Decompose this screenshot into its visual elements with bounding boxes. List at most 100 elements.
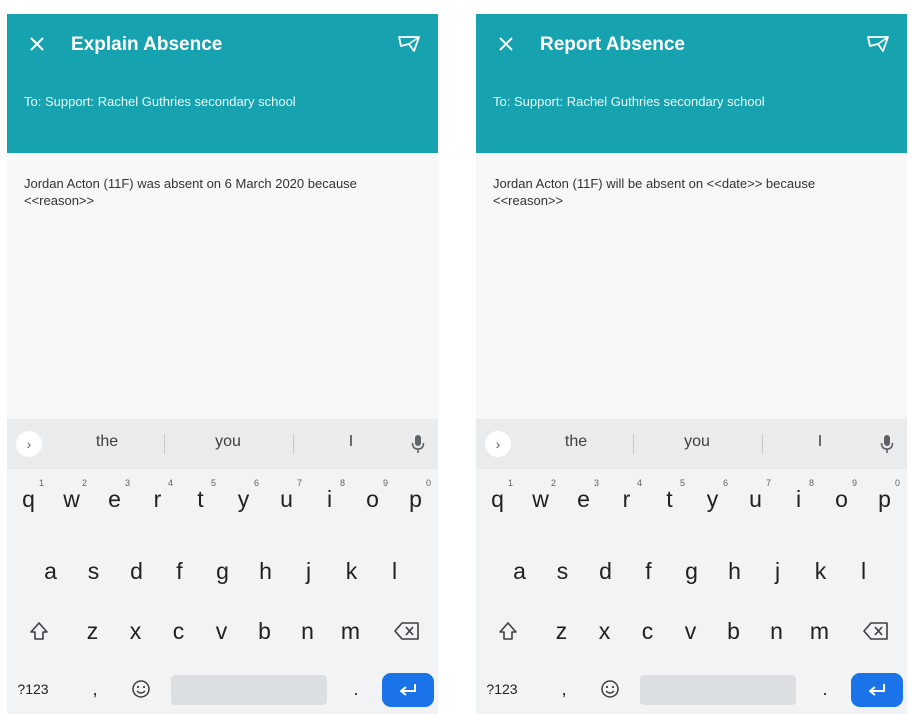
- message-body-input[interactable]: Jordan Acton (11F) was absent on 6 March…: [24, 175, 419, 209]
- key-p[interactable]: p0: [863, 475, 906, 523]
- key-a[interactable]: a: [498, 547, 541, 595]
- enter-icon: [400, 684, 416, 696]
- key-y[interactable]: y6: [691, 475, 734, 523]
- key-v[interactable]: v: [669, 607, 712, 655]
- key-r[interactable]: r4: [136, 475, 179, 523]
- mic-icon: [411, 435, 425, 453]
- symbols-key[interactable]: ?123: [7, 665, 59, 713]
- close-button[interactable]: [21, 28, 53, 60]
- suggestion-the[interactable]: the: [531, 433, 621, 451]
- enter-key[interactable]: [382, 673, 434, 707]
- key-b[interactable]: b: [712, 607, 755, 655]
- key-v[interactable]: v: [200, 607, 243, 655]
- suggestion-strip: › the you I: [7, 419, 438, 469]
- key-d[interactable]: d: [115, 547, 158, 595]
- key-c[interactable]: c: [157, 607, 200, 655]
- key-i[interactable]: i8: [308, 475, 351, 523]
- shift-key[interactable]: [482, 607, 534, 655]
- key-m[interactable]: m: [798, 607, 841, 655]
- key-h[interactable]: h: [244, 547, 287, 595]
- enter-key[interactable]: [851, 673, 903, 707]
- close-button[interactable]: [490, 28, 522, 60]
- space-bar[interactable]: [171, 675, 327, 705]
- key-y[interactable]: y6: [222, 475, 265, 523]
- key-r[interactable]: r4: [605, 475, 648, 523]
- keyboard-row-4: ?123 , .: [7, 665, 438, 714]
- message-body-input[interactable]: Jordan Acton (11F) will be absent on <<d…: [493, 175, 888, 209]
- key-n[interactable]: n: [755, 607, 798, 655]
- key-g[interactable]: g: [670, 547, 713, 595]
- key-o[interactable]: o9: [351, 475, 394, 523]
- emoji-key[interactable]: [121, 665, 161, 713]
- comma-key[interactable]: ,: [77, 665, 113, 713]
- key-t[interactable]: t5: [179, 475, 222, 523]
- key-z[interactable]: z: [540, 607, 583, 655]
- suggestion-you[interactable]: you: [652, 433, 742, 451]
- expand-suggestions-button[interactable]: ›: [16, 431, 42, 457]
- screen-title: Explain Absence: [71, 34, 223, 55]
- suggestion-the[interactable]: the: [62, 433, 152, 451]
- suggestion-you[interactable]: you: [183, 433, 273, 451]
- key-a[interactable]: a: [29, 547, 72, 595]
- recipient-field[interactable]: To: Support: Rachel Guthries secondary s…: [24, 94, 354, 110]
- key-e[interactable]: e3: [93, 475, 136, 523]
- emoji-key[interactable]: [590, 665, 630, 713]
- send-button[interactable]: [394, 30, 424, 58]
- compose-header: Report Absence To: Support: Rachel Guthr…: [476, 14, 907, 153]
- period-key[interactable]: .: [341, 665, 371, 713]
- key-c[interactable]: c: [626, 607, 669, 655]
- expand-suggestions-button[interactable]: ›: [485, 431, 511, 457]
- key-t[interactable]: t5: [648, 475, 691, 523]
- symbols-key[interactable]: ?123: [476, 665, 528, 713]
- key-s[interactable]: s: [72, 547, 115, 595]
- keyboard-row-1: q1 w2 e3 r4 t5 y6 u7 i8 o9 p0: [7, 475, 438, 525]
- suggestion-divider: [633, 434, 634, 454]
- key-w[interactable]: w2: [50, 475, 93, 523]
- period-key[interactable]: .: [810, 665, 840, 713]
- key-o[interactable]: o9: [820, 475, 863, 523]
- key-d[interactable]: d: [584, 547, 627, 595]
- comma-key[interactable]: ,: [546, 665, 582, 713]
- key-j[interactable]: j: [287, 547, 330, 595]
- key-s[interactable]: s: [541, 547, 584, 595]
- suggestion-i[interactable]: I: [306, 433, 396, 451]
- key-m[interactable]: m: [329, 607, 372, 655]
- key-j[interactable]: j: [756, 547, 799, 595]
- expand-icon: ›: [26, 436, 32, 452]
- key-i[interactable]: i8: [777, 475, 820, 523]
- key-l[interactable]: l: [373, 547, 416, 595]
- space-bar[interactable]: [640, 675, 796, 705]
- backspace-key[interactable]: [850, 607, 902, 655]
- key-e[interactable]: e3: [562, 475, 605, 523]
- key-z[interactable]: z: [71, 607, 114, 655]
- key-u[interactable]: u7: [734, 475, 777, 523]
- key-q[interactable]: q1: [476, 475, 519, 523]
- suggestion-i[interactable]: I: [775, 433, 865, 451]
- on-screen-keyboard: › the you I q1 w2 e3 r4 t5 y6 u7 i8 o 9 …: [476, 419, 907, 714]
- key-u[interactable]: u7: [265, 475, 308, 523]
- key-x[interactable]: x: [583, 607, 626, 655]
- key-q[interactable]: q1: [7, 475, 50, 523]
- key-h[interactable]: h: [713, 547, 756, 595]
- explain-absence-screen: Explain Absence To: Support: Rachel Guth…: [7, 14, 438, 714]
- backspace-key[interactable]: [381, 607, 433, 655]
- voice-input-button[interactable]: [875, 432, 899, 456]
- key-n[interactable]: n: [286, 607, 329, 655]
- key-l[interactable]: l: [842, 547, 885, 595]
- key-f[interactable]: f: [158, 547, 201, 595]
- key-w[interactable]: w2: [519, 475, 562, 523]
- key-k[interactable]: k: [799, 547, 842, 595]
- recipient-field[interactable]: To: Support: Rachel Guthries secondary s…: [493, 94, 823, 110]
- close-icon: [499, 37, 513, 51]
- key-x[interactable]: x: [114, 607, 157, 655]
- shift-key[interactable]: [13, 607, 65, 655]
- key-f[interactable]: f: [627, 547, 670, 595]
- key-k[interactable]: k: [330, 547, 373, 595]
- voice-input-button[interactable]: [406, 432, 430, 456]
- report-absence-screen: Report Absence To: Support: Rachel Guthr…: [476, 14, 907, 714]
- key-g[interactable]: g: [201, 547, 244, 595]
- suggestion-divider: [762, 434, 763, 454]
- send-button[interactable]: [863, 30, 893, 58]
- key-b[interactable]: b: [243, 607, 286, 655]
- key-p[interactable]: p0: [394, 475, 437, 523]
